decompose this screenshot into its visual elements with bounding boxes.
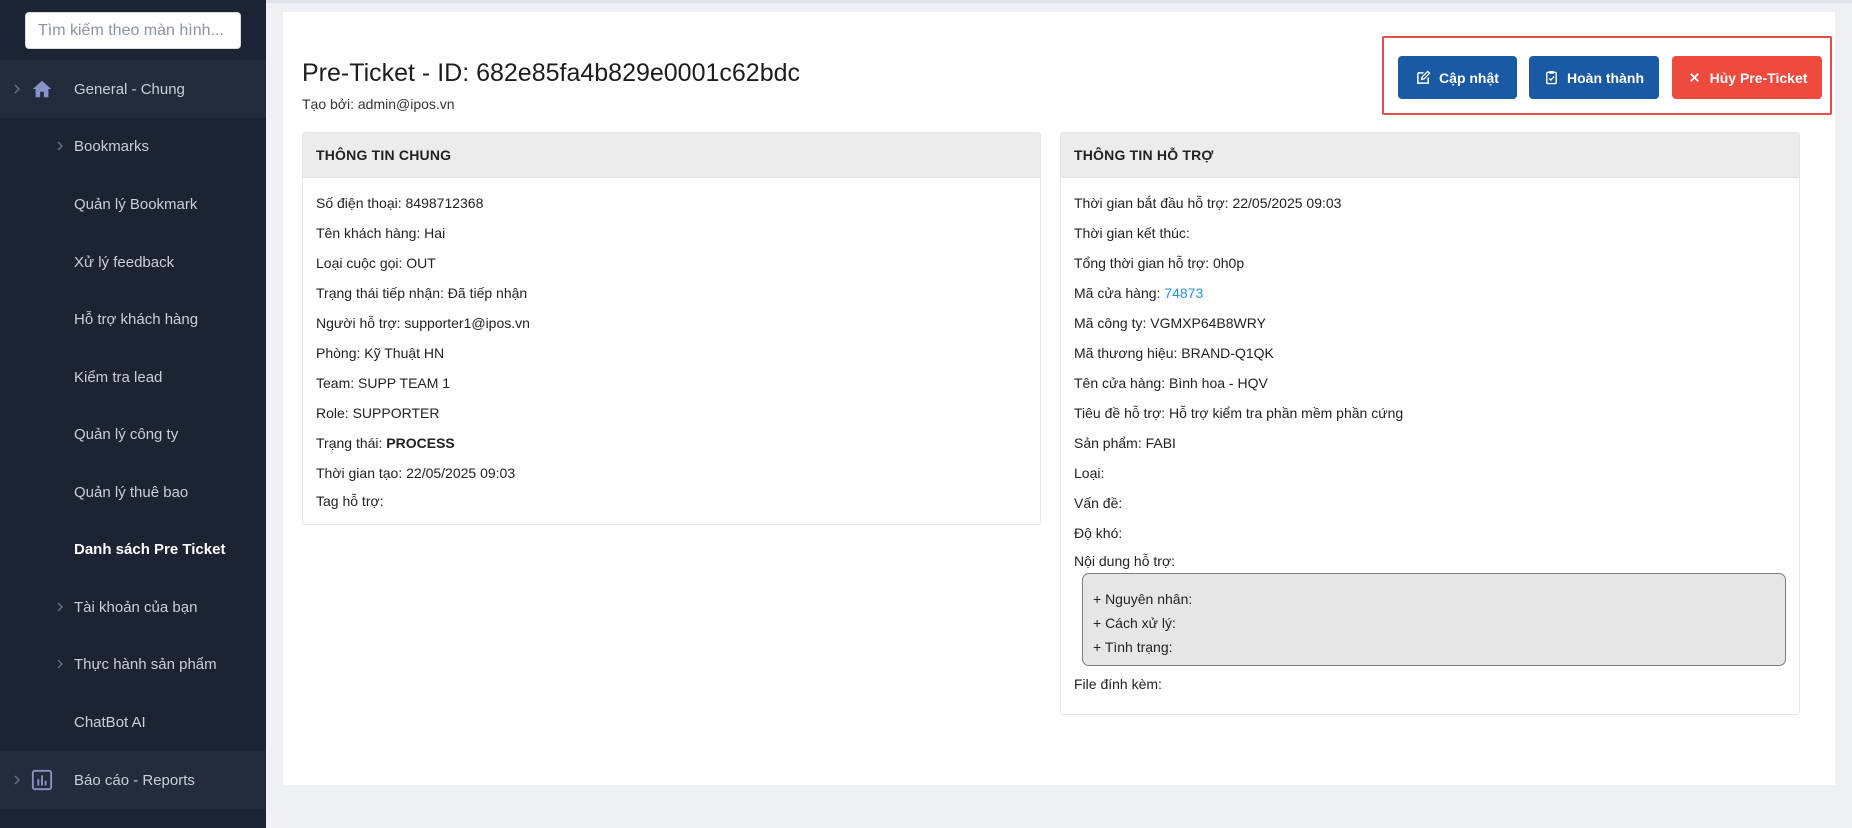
sidebar-item-company-management[interactable]: Quản lý công ty	[0, 405, 266, 463]
general-info-panel: THÔNG TIN CHUNG Số điện thoại: 849871236…	[302, 132, 1041, 525]
call-type-field: Loại cuộc gọi: OUT	[316, 255, 436, 271]
general-info-title: THÔNG TIN CHUNG	[303, 133, 1040, 178]
main-content: Pre-Ticket - ID: 682e85fa4b829e0001c62bd…	[283, 12, 1835, 785]
store-name-field: Tên cửa hàng: Bình hoa - HQV	[1074, 375, 1268, 391]
status-label: Trạng thái:	[316, 435, 387, 451]
chevron-right-icon	[53, 139, 67, 153]
page-title: Pre-Ticket - ID: 682e85fa4b829e0001c62bd…	[302, 59, 801, 87]
sidebar-search	[0, 0, 266, 62]
content-label: Nội dung hỗ trợ:	[1074, 553, 1176, 569]
complete-button[interactable]: Hoàn thành	[1529, 56, 1659, 99]
sidebar-item-bookmarks[interactable]: Bookmarks	[0, 117, 266, 175]
support-subject-field: Tiêu đề hỗ trợ: Hỗ trợ kiểm tra phần mềm…	[1074, 405, 1404, 421]
cancel-button-label: Hủy Pre-Ticket	[1709, 69, 1808, 86]
chevron-right-icon	[53, 657, 67, 671]
status-badge: PROCESS	[386, 435, 455, 451]
status-field: Trạng thái: PROCESS	[316, 435, 455, 451]
top-strip	[266, 0, 1852, 3]
sidebar: General - Chung Bookmarks Quản lý Bookma…	[0, 0, 266, 828]
content-line-cause: + Nguyên nhân:	[1093, 591, 1193, 607]
sidebar-item-customer-support[interactable]: Hỗ trợ khách hàng	[0, 290, 266, 348]
support-info-title: THÔNG TIN HỖ TRỢ	[1061, 133, 1799, 178]
content-line-solution: + Cách xử lý:	[1093, 615, 1176, 631]
sidebar-item-product-practice[interactable]: Thực hành sản phẩm	[0, 635, 266, 693]
sidebar-item-pre-ticket-list[interactable]: Danh sách Pre Ticket	[0, 520, 266, 578]
support-tag-field: Tag hỗ trợ:	[316, 493, 384, 509]
brand-code-field: Mã thương hiệu: BRAND-Q1QK	[1074, 345, 1274, 361]
sidebar-item-general[interactable]: General - Chung	[0, 60, 266, 118]
supporter-field: Người hỗ trợ: supporter1@ipos.vn	[316, 315, 530, 331]
sidebar-item-feedback[interactable]: Xử lý feedback	[0, 233, 266, 291]
sidebar-item-bookmark-management[interactable]: Quản lý Bookmark	[0, 175, 266, 233]
role-field: Role: SUPPORTER	[316, 405, 440, 421]
start-time-field: Thời gian bắt đầu hỗ trợ: 22/05/2025 09:…	[1074, 195, 1342, 211]
sidebar-item-subscription-management[interactable]: Quản lý thuê bao	[0, 463, 266, 521]
chevron-right-icon	[10, 773, 24, 787]
update-button[interactable]: Cập nhật	[1398, 56, 1517, 99]
complete-button-label: Hoàn thành	[1567, 69, 1644, 86]
chevron-right-icon	[10, 82, 24, 96]
support-content-box: + Nguyên nhân: + Cách xử lý: + Tình trạn…	[1082, 573, 1786, 666]
company-code-field: Mã công ty: VGMXP64B8WRY	[1074, 315, 1266, 331]
store-code-field: Mã cửa hàng: 74873	[1074, 285, 1203, 301]
end-time-field: Thời gian kết thúc:	[1074, 225, 1190, 241]
created-by: Tạo bởi: admin@ipos.vn	[302, 96, 455, 112]
receive-status-field: Trạng thái tiếp nhận: Đã tiếp nhận	[316, 285, 528, 301]
store-code-label: Mã cửa hàng:	[1074, 285, 1165, 301]
difficulty-field: Độ khó:	[1074, 525, 1123, 541]
issue-field: Vấn đề:	[1074, 495, 1123, 511]
chevron-right-icon	[53, 600, 67, 614]
search-input[interactable]	[25, 12, 241, 49]
sidebar-item-chatbot-ai[interactable]: ChatBot AI	[0, 693, 266, 751]
home-icon	[30, 77, 54, 101]
update-button-label: Cập nhật	[1439, 69, 1499, 86]
product-field: Sản phẩm: FABI	[1074, 435, 1176, 451]
sidebar-item-check-lead[interactable]: Kiểm tra lead	[0, 348, 266, 406]
cancel-pre-ticket-button[interactable]: Hủy Pre-Ticket	[1672, 56, 1822, 99]
bar-chart-icon	[30, 768, 54, 792]
close-icon	[1689, 73, 1699, 82]
clipboard-check-icon	[1546, 70, 1557, 85]
sidebar-item-reports[interactable]: Báo cáo - Reports	[0, 751, 266, 809]
customer-name-field: Tên khách hàng: Hai	[316, 225, 446, 241]
sidebar-item-your-account[interactable]: Tài khoản của bạn	[0, 578, 266, 636]
store-code-link[interactable]: 74873	[1164, 285, 1203, 301]
created-time-field: Thời gian tạo: 22/05/2025 09:03	[316, 465, 516, 481]
type-field: Loại:	[1074, 465, 1105, 481]
content-line-status: + Tình trạng:	[1093, 639, 1173, 655]
attachments-field: File đính kèm:	[1074, 676, 1162, 692]
total-time-field: Tổng thời gian hỗ trợ: 0h0p	[1074, 255, 1245, 271]
team-field: Team: SUPP TEAM 1	[316, 375, 451, 391]
phone-field: Số điện thoại: 8498712368	[316, 195, 484, 211]
edit-icon	[1417, 70, 1431, 84]
department-field: Phòng: Kỹ Thuật HN	[316, 345, 445, 361]
support-info-panel: THÔNG TIN HỖ TRỢ Thời gian bắt đầu hỗ tr…	[1060, 132, 1800, 715]
